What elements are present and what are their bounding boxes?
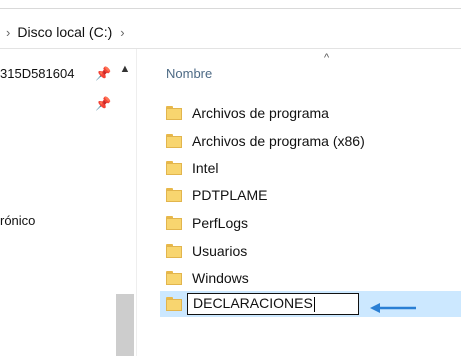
breadcrumb-item-disco-local[interactable]: Disco local (C:)	[15, 24, 114, 40]
folder-icon	[166, 133, 182, 148]
folder-row[interactable]: Usuarios	[166, 238, 446, 263]
folder-name: Intel	[192, 159, 219, 176]
folder-row[interactable]: PDTPLAME	[166, 182, 446, 207]
address-bar[interactable]: › Disco local (C:) ›	[0, 16, 461, 49]
chevron-right-icon[interactable]: ›	[6, 25, 10, 40]
folder-icon	[166, 297, 182, 311]
folder-name: Windows	[192, 269, 249, 286]
nav-scrollbar-thumb[interactable]	[116, 294, 134, 356]
column-header-nombre[interactable]: Nombre	[166, 66, 212, 81]
text-caret	[313, 296, 315, 312]
folder-icon	[166, 105, 182, 120]
blue-arrow-left-icon	[370, 303, 416, 313]
folder-name: PerfLogs	[192, 214, 249, 231]
rename-input-text: DECLARACIONES	[193, 295, 313, 311]
folder-row[interactable]: PerfLogs	[166, 210, 446, 235]
pane-divider[interactable]	[136, 49, 137, 356]
folder-name: PDTPLAME	[192, 186, 268, 203]
scroll-up-button[interactable]: ▲	[116, 60, 134, 78]
folder-name: Archivos de programa	[192, 104, 329, 121]
folder-name: Usuarios	[192, 242, 248, 259]
window-top-border	[0, 0, 461, 9]
nav-item-quick-access-1[interactable]: 315D581604	[0, 66, 74, 81]
folder-row[interactable]: Archivos de programa (x86)	[166, 128, 446, 153]
pin-icon[interactable]: 📌	[95, 66, 111, 82]
folder-icon	[166, 270, 182, 285]
folder-name: Archivos de programa (x86)	[192, 132, 365, 149]
pin-icon[interactable]: 📌	[95, 96, 111, 112]
rename-input[interactable]: DECLARACIONES	[187, 293, 359, 315]
folder-row[interactable]: Windows	[166, 265, 446, 290]
chevron-right-icon[interactable]: ›	[120, 25, 124, 40]
nav-item-quick-access-2[interactable]: rónico	[0, 213, 35, 228]
breadcrumb: › Disco local (C:) ›	[0, 16, 130, 48]
sort-ascending-icon: ^	[324, 52, 330, 64]
folder-row[interactable]: Archivos de programa	[166, 100, 446, 125]
folder-row[interactable]: Intel	[166, 155, 446, 180]
folder-icon	[166, 187, 182, 202]
folder-icon	[166, 160, 182, 175]
folder-icon	[166, 243, 182, 258]
folder-icon	[166, 215, 182, 230]
